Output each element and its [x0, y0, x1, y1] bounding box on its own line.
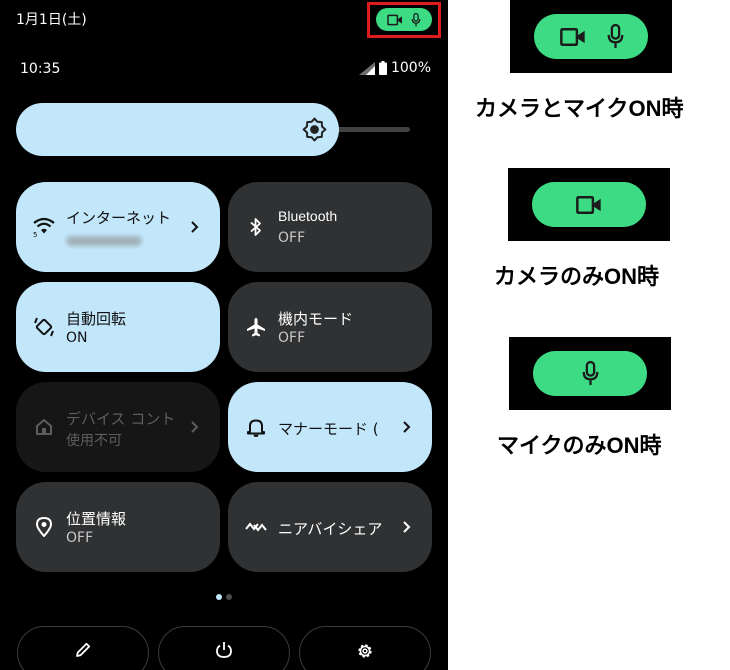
tile-nearby-share-label: ニアバイシェア: [278, 520, 383, 538]
tile-bluetooth[interactable]: Bluetooth OFF: [228, 182, 432, 272]
tile-bluetooth-state: OFF: [278, 230, 306, 246]
camera-icon: [559, 27, 585, 46]
privacy-indicator-highlight: [367, 2, 441, 38]
nearby-share-icon: [245, 516, 267, 538]
chevron-right-icon: [191, 221, 199, 233]
tile-airplane-label: 機内モード: [278, 310, 354, 328]
airplane-icon: [245, 316, 267, 338]
tile-bluetooth-label: Bluetooth: [278, 208, 338, 224]
tile-device-controls[interactable]: デバイス コント 使用不可: [16, 382, 220, 472]
status-date: 1月1日(土): [16, 12, 87, 28]
tile-internet[interactable]: 5 インターネット: [16, 182, 220, 272]
tile-location-state: OFF: [66, 530, 94, 546]
brightness-icon: [302, 117, 327, 142]
battery-percent: 100%: [390, 60, 431, 76]
power-button[interactable]: [158, 626, 290, 670]
page-dot: [226, 594, 232, 600]
chevron-right-icon: [191, 421, 199, 433]
page-indicator[interactable]: [216, 594, 232, 600]
mic-icon: [582, 361, 598, 385]
tile-auto-rotate[interactable]: 自動回転 ON: [16, 282, 220, 372]
chevron-right-icon: [403, 521, 411, 533]
tile-location-label: 位置情報: [66, 510, 127, 528]
wifi-icon: 5: [33, 216, 55, 238]
chevron-right-icon: [403, 421, 411, 433]
page-dot-active: [216, 594, 222, 600]
auto-rotate-icon: [33, 316, 55, 338]
status-icons: 100%: [358, 60, 431, 76]
brightness-track[interactable]: [330, 127, 410, 132]
gear-icon: [358, 644, 372, 658]
legend-camera-only-label: カメラのみON時: [494, 264, 660, 289]
tile-auto-rotate-label: 自動回転: [66, 310, 127, 328]
tile-auto-rotate-state: ON: [66, 330, 88, 346]
tile-manner-mode[interactable]: マナーモード (: [228, 382, 432, 472]
svg-text:5: 5: [33, 231, 37, 237]
location-icon: [33, 516, 55, 538]
legend-camera-mic-box: [510, 0, 672, 73]
legend-mic-only-label: マイクのみON時: [497, 433, 662, 458]
signal-icon: [358, 61, 375, 75]
battery-icon: [378, 61, 387, 75]
legend-camera-only-box: [508, 168, 670, 241]
camera-icon: [387, 14, 402, 25]
tile-airplane-mode[interactable]: 機内モード OFF: [228, 282, 432, 372]
pencil-icon: [76, 642, 91, 657]
home-icon: [33, 416, 55, 438]
power-icon: [216, 642, 232, 658]
legend-camera-mic-label: カメラとマイクON時: [475, 96, 684, 121]
phone-screen: 1月1日(土) 10:35 100% 5 インターネット Bluetooth O…: [0, 0, 448, 670]
tile-device-controls-label: デバイス コント: [66, 410, 176, 428]
tile-manner-mode-label: マナーモード (: [278, 420, 379, 438]
legend-mic-only-box: [509, 337, 671, 410]
settings-button[interactable]: [299, 626, 431, 670]
bell-icon: [245, 416, 267, 438]
tile-internet-label: インターネット: [66, 209, 172, 227]
tile-airplane-state: OFF: [278, 330, 306, 346]
legend-camera-only-chip: [532, 182, 646, 227]
legend-camera-mic-chip: [534, 14, 648, 59]
mic-icon: [607, 24, 623, 48]
mic-icon: [411, 12, 421, 26]
tile-internet-network: [66, 234, 142, 250]
legend-mic-only-chip: [533, 351, 647, 396]
tile-location[interactable]: 位置情報 OFF: [16, 482, 220, 572]
bluetooth-icon: [245, 216, 267, 238]
brightness-slider[interactable]: [16, 103, 339, 156]
privacy-indicator-chip[interactable]: [376, 8, 432, 31]
tile-nearby-share[interactable]: ニアバイシェア: [228, 482, 432, 572]
camera-icon: [576, 195, 601, 214]
status-time: 10:35: [20, 61, 61, 77]
edit-button[interactable]: [17, 626, 149, 670]
tile-device-controls-state: 使用不可: [66, 433, 122, 449]
